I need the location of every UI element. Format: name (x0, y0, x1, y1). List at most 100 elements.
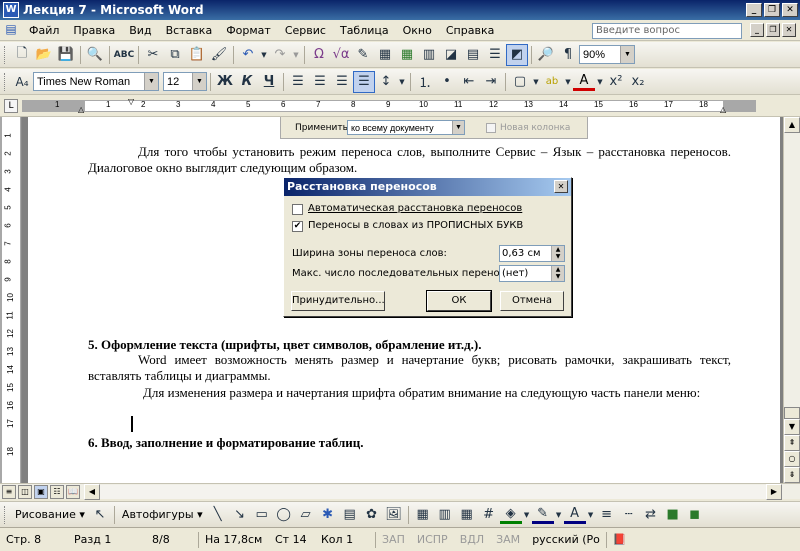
previous-page-icon[interactable]: ⇞ (784, 435, 800, 451)
scroll-down-icon[interactable]: ▼ (784, 419, 800, 435)
borders-dropdown-icon[interactable]: ▼ (531, 71, 541, 93)
arrow-style-icon[interactable]: ⇄ (640, 504, 662, 526)
drawing-menu[interactable]: Рисование ▾ (11, 508, 89, 521)
vertical-scrollbar[interactable]: ▲ ▼ ⇞ ○ ⇟ (783, 117, 800, 483)
ok-button[interactable]: ОК (426, 290, 492, 312)
drawing-active-icon[interactable]: ◩ (506, 43, 528, 66)
doc-close-button[interactable]: ✕ (782, 23, 796, 37)
dialog-close-button[interactable]: ✕ (554, 180, 568, 193)
close-button[interactable]: ✕ (782, 3, 798, 17)
autoshapes-menu[interactable]: Автофигуры ▾ (118, 508, 207, 521)
bold-button[interactable]: Ж (214, 71, 236, 93)
paste-icon[interactable]: 📋 (186, 44, 208, 66)
hyphenation-zone-input[interactable]: 0,63 см ▲ ▼ (499, 245, 565, 262)
oval-icon[interactable]: ◯ (273, 504, 295, 526)
print-layout-view-icon[interactable]: ▣ (34, 484, 48, 499)
new-document-icon[interactable]: 🗋 (11, 44, 33, 66)
increase-indent-icon[interactable]: ⇥ (480, 71, 502, 93)
diagram-icon[interactable]: ▤ (339, 504, 361, 526)
format-painter-icon[interactable]: 🖌 (208, 44, 230, 66)
undo-icon[interactable]: ↶ (237, 44, 259, 66)
subscript-icon[interactable]: x₂ (627, 71, 649, 93)
underline-button[interactable]: Ч (258, 71, 280, 93)
line-icon[interactable]: ╲ (207, 504, 229, 526)
manual-hyphenation-button[interactable]: Принудительно... (291, 291, 385, 311)
reading-view-icon[interactable]: 📖 (66, 484, 80, 499)
line-color-dropdown-icon[interactable]: ▼ (554, 504, 564, 526)
menu-table[interactable]: Таблица (333, 24, 396, 37)
line-style-icon[interactable]: ≡ (596, 504, 618, 526)
caps-hyphenate-checkbox[interactable]: ✔ (292, 221, 303, 232)
tab-selector[interactable]: L (4, 99, 18, 113)
wordart-icon[interactable]: ✱ (317, 504, 339, 526)
status-record[interactable]: ЗАП (376, 533, 411, 546)
apply-to-select[interactable]: ко всему документу ▼ (347, 120, 465, 135)
word-app-icon[interactable]: W (3, 2, 19, 18)
align-left-icon[interactable]: ☰ (287, 71, 309, 93)
save-icon[interactable]: 💾 (55, 44, 77, 66)
normal-view-icon[interactable]: ≡ (2, 484, 16, 499)
menu-tools[interactable]: Сервис (278, 24, 333, 37)
print-preview-icon[interactable]: 🔍 (84, 44, 106, 66)
scroll-right-icon[interactable]: ▶ (766, 483, 782, 500)
redo-icon[interactable]: ↷ (269, 44, 291, 66)
bullets-icon[interactable]: • (436, 71, 458, 93)
menu-format[interactable]: Формат (219, 24, 278, 37)
scroll-left-icon[interactable]: ◀ (84, 483, 100, 500)
web-view-icon[interactable]: ◫ (18, 484, 32, 499)
grid-icon[interactable]: # (478, 504, 500, 526)
drawing-toggle-icon[interactable]: ◪ (440, 44, 462, 66)
toolbar-grip[interactable] (4, 72, 7, 91)
spelling-status-icon[interactable]: 📕 (607, 533, 633, 546)
doc-restore-button[interactable]: ❐ (766, 23, 780, 37)
read-mode-icon[interactable]: ☰ (484, 44, 506, 66)
fill-color-dropdown-icon[interactable]: ▼ (522, 504, 532, 526)
scroll-thumb[interactable] (784, 407, 800, 419)
decrease-indent-icon[interactable]: ⇤ (458, 71, 480, 93)
menu-file[interactable]: Файл (22, 24, 66, 37)
spin-arrows-icon[interactable]: ▲ ▼ (551, 246, 564, 261)
document-map-icon[interactable]: ▤ (462, 44, 484, 66)
toolbar-grip[interactable] (4, 505, 7, 524)
status-extend[interactable]: ВДЛ (454, 533, 490, 546)
maximize-button[interactable]: ❐ (764, 3, 780, 17)
research-icon[interactable]: 🔎 (535, 44, 557, 66)
menu-window[interactable]: Окно (396, 24, 439, 37)
dash-style-icon[interactable]: ┄ (618, 504, 640, 526)
cut-icon[interactable]: ✂ (142, 44, 164, 66)
next-page-icon[interactable]: ⇟ (784, 467, 800, 483)
align-center-icon[interactable]: ☰ (309, 71, 331, 93)
menu-edit[interactable]: Правка (66, 24, 122, 37)
draw-font-color-icon[interactable]: A (563, 506, 586, 524)
draw-font-color-dropdown-icon[interactable]: ▼ (586, 504, 596, 526)
line-spacing-icon[interactable]: ↕ (375, 71, 397, 93)
max-hyphens-input[interactable]: (нет) ▲ ▼ (499, 265, 565, 282)
3d-style-icon[interactable]: ◼ (684, 504, 706, 526)
copy-icon[interactable]: ⧉ (164, 44, 186, 66)
browse-object-icon[interactable]: ○ (784, 451, 800, 467)
menu-view[interactable]: Вид (122, 24, 158, 37)
horizontal-scrollbar[interactable]: ≡ ◫ ▣ ☷ 📖 ◀ ▶ (0, 483, 800, 500)
spelling-icon[interactable]: ABC (113, 44, 135, 66)
cancel-button[interactable]: Отмена (500, 291, 564, 311)
columns-icon[interactable]: ▥ (418, 44, 440, 66)
vertical-ruler[interactable]: 1 2 3 4 5 6 7 8 9 10 11 12 13 14 15 16 1… (0, 117, 22, 483)
insert-table-icon[interactable]: ▦ (374, 44, 396, 66)
font-size-select[interactable]: 12 ▼ (163, 72, 207, 91)
line-color-icon[interactable]: ✎ (531, 506, 554, 524)
insert-excel-icon[interactable]: ▦ (396, 44, 418, 66)
highlight-icon[interactable]: ab (541, 71, 563, 93)
highlight-dropdown-icon[interactable]: ▼ (563, 71, 573, 93)
textbox-icon[interactable]: ▱ (295, 504, 317, 526)
ask-question-input[interactable]: Введите вопрос (592, 23, 742, 39)
status-language[interactable]: русский (Ро (526, 533, 606, 546)
equation-icon[interactable]: √α (330, 44, 352, 66)
redo-dropdown-icon[interactable]: ▼ (291, 44, 301, 66)
undo-dropdown-icon[interactable]: ▼ (259, 44, 269, 66)
rectangle-icon[interactable]: ▭ (251, 504, 273, 526)
borders-icon[interactable]: ▢ (509, 71, 531, 93)
menu-help[interactable]: Справка (439, 24, 501, 37)
minimize-button[interactable]: _ (746, 3, 762, 17)
columns-bar-icon[interactable]: ▥ (434, 504, 456, 526)
open-folder-icon[interactable]: 📂 (33, 44, 55, 66)
